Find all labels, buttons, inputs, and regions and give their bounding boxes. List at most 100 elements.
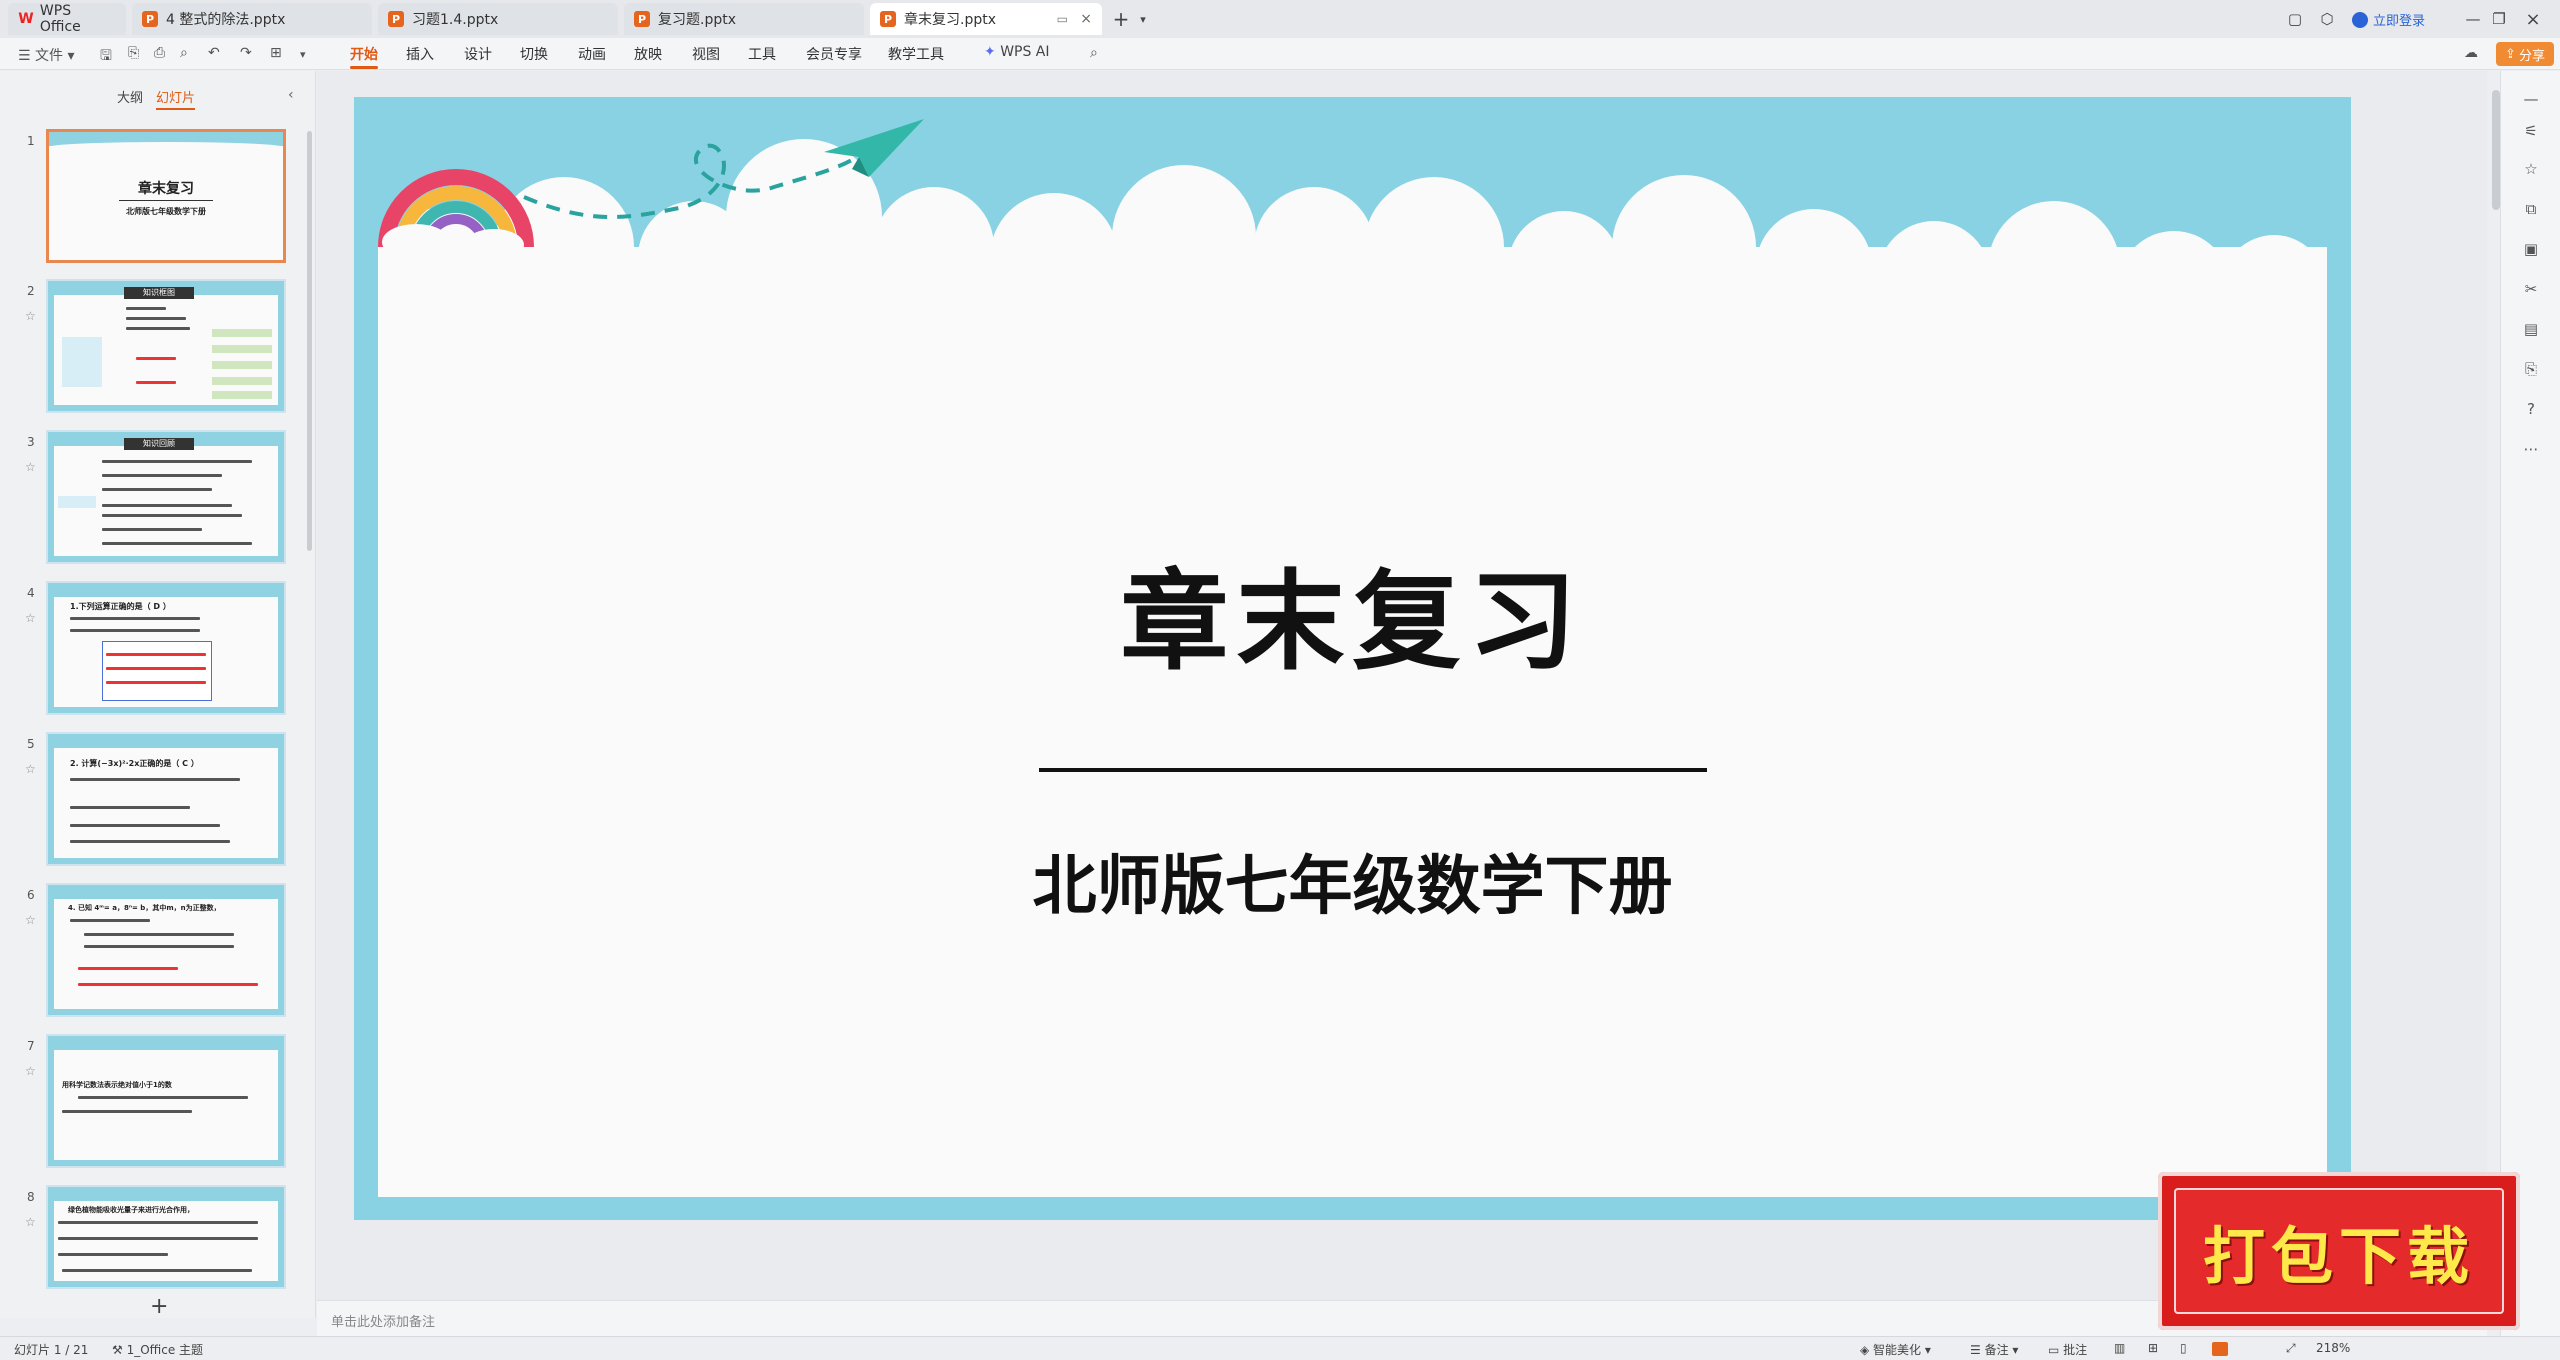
window-icon[interactable]: ▢ <box>2284 8 2306 30</box>
copy-icon[interactable]: ⧉ <box>2521 199 2541 219</box>
menu-wps-ai[interactable]: ✦ WPS AI <box>984 44 1050 60</box>
star-icon[interactable]: ☆ <box>25 913 36 927</box>
tab-document[interactable]: P 4 整式的除法.pptx <box>132 3 372 35</box>
thumb-text-line <box>70 778 240 781</box>
slide-panel: 大纲 幻灯片 ‹ 1 章末复习 北师版七年级数学下册 2 ☆ 知识框图 3 ☆ … <box>0 71 316 1319</box>
star-icon[interactable]: ☆ <box>2521 159 2541 179</box>
thumb-text-line <box>126 307 166 310</box>
slide-thumbnail[interactable]: 绿色植物能吸收光量子来进行光合作用， <box>46 1185 286 1289</box>
star-icon[interactable]: ☆ <box>25 762 36 776</box>
slide-thumbnail[interactable]: 4. 已知 4ᵐ= a，8ⁿ= b，其中m，n为正整数， <box>46 883 286 1017</box>
slide-title[interactable]: 章末复习 <box>354 535 2351 691</box>
slide[interactable]: 章末复习 北师版七年级数学下册 <box>354 97 2351 1220</box>
menu-tools[interactable]: 工具 <box>748 44 776 64</box>
redo-icon[interactable]: ↷ <box>240 45 252 61</box>
share-button[interactable]: ⇪ 分享 <box>2496 42 2554 66</box>
thumb-text-line <box>84 933 234 936</box>
close-tab-icon[interactable]: × <box>1080 11 1092 27</box>
thumb-box <box>212 345 272 353</box>
menu-insert[interactable]: 插入 <box>406 44 434 64</box>
canvas-scrollbar[interactable] <box>2492 90 2500 210</box>
print-icon[interactable]: ⎙ <box>154 45 165 61</box>
undo-icon[interactable]: ↶ <box>208 45 220 61</box>
notes-toggle[interactable]: ☰ 备注 ▾ <box>1970 1341 2018 1358</box>
star-icon[interactable]: ☆ <box>25 309 36 323</box>
image-icon[interactable]: ▣ <box>2521 239 2541 259</box>
tools-icon[interactable]: ✂ <box>2521 279 2541 299</box>
chevron-down-icon[interactable]: ▾ <box>300 48 306 61</box>
tab-document-active[interactable]: P 章末复习.pptx ▭ × <box>870 3 1102 35</box>
slide-subtitle[interactable]: 北师版七年级数学下册 <box>354 835 2351 927</box>
fit-icon[interactable]: ⤢ <box>2286 1341 2296 1356</box>
sliders-icon[interactable]: ⚟ <box>2521 121 2541 141</box>
open-icon[interactable]: ⎘ <box>128 45 139 61</box>
menu-wps-ai-label: WPS AI <box>1000 44 1050 60</box>
tab-wps-office[interactable]: W WPS Office <box>8 3 126 35</box>
menu-view[interactable]: 视图 <box>692 44 720 64</box>
book-icon[interactable]: ▤ <box>2521 319 2541 339</box>
format-painter-icon[interactable]: ⊞ <box>270 45 282 61</box>
new-tab-icon[interactable]: + <box>1110 7 1132 31</box>
slide-number: 5 <box>27 737 35 751</box>
cube-icon[interactable]: ⬡ <box>2316 8 2338 30</box>
grid-view-icon[interactable]: ⊞ <box>2148 1341 2158 1355</box>
login-button[interactable]: 立即登录 <box>2352 10 2425 29</box>
panel-scrollbar[interactable] <box>307 131 312 551</box>
slide-counter: 幻灯片 1 / 21 <box>14 1343 89 1357</box>
search-icon[interactable]: ⌕ <box>1090 45 1098 61</box>
slide-thumbnail[interactable]: 知识回顾 <box>46 430 286 564</box>
chevron-down-icon[interactable]: ▾ <box>1132 8 1154 30</box>
play-icon[interactable] <box>2212 1342 2228 1356</box>
star-icon[interactable]: ☆ <box>25 460 36 474</box>
thumb-subtitle: 北师版七年级数学下册 <box>126 207 206 216</box>
banner-text: 打包下载 <box>2202 1220 2475 1293</box>
beautify-button[interactable]: ◈ 智能美化 ▾ <box>1860 1341 1931 1358</box>
thumb-text-line <box>102 474 222 477</box>
star-icon[interactable]: ☆ <box>25 611 36 625</box>
menu-member[interactable]: 会员专享 <box>806 44 862 64</box>
clipboard-icon[interactable]: ⎘ <box>2521 359 2541 379</box>
zoom-level[interactable]: 218% <box>2316 1341 2350 1355</box>
file-menu[interactable]: ☰ 文件 ▾ <box>18 45 75 65</box>
download-banner[interactable]: 打包下载 <box>2158 1172 2520 1330</box>
reading-view-icon[interactable]: ▯ <box>2180 1341 2187 1355</box>
add-slide-button[interactable]: + <box>150 1294 168 1319</box>
menu-transition[interactable]: 切换 <box>520 44 548 64</box>
tab-slides[interactable]: 幻灯片 <box>156 87 196 110</box>
save-icon[interactable]: 🖫 <box>100 45 112 69</box>
preview-icon[interactable]: ⌕ <box>180 45 188 61</box>
cloud-sync-icon[interactable]: ☁ <box>2464 45 2478 61</box>
thumb-text-line <box>70 629 200 632</box>
slide-thumbnail[interactable]: 2. 计算(−3x)²·2x正确的是（ C ） <box>46 732 286 866</box>
theme-indicator[interactable]: ⚒ 1_Office 主题 <box>112 1341 203 1358</box>
comment-toggle[interactable]: ▭ 批注 <box>2048 1341 2087 1358</box>
monitor-icon[interactable]: ▭ <box>1057 12 1068 26</box>
more-icon[interactable]: ⋯ <box>2521 439 2541 459</box>
tab-outline[interactable]: 大纲 <box>117 87 143 106</box>
slide-thumbnail[interactable]: 知识框图 <box>46 279 286 413</box>
close-window-icon[interactable]: × <box>2522 8 2544 30</box>
thumb-frame <box>48 734 284 864</box>
tab-document[interactable]: P 习题1.4.pptx <box>378 3 618 35</box>
thumb-text-line <box>106 681 206 684</box>
star-icon[interactable]: ☆ <box>25 1064 36 1078</box>
slide-thumbnail[interactable]: 用科学记数法表示绝对值小于1的数 <box>46 1034 286 1168</box>
star-icon[interactable]: ☆ <box>25 1215 36 1229</box>
slide-number: 8 <box>27 1190 35 1204</box>
help-icon[interactable]: ? <box>2521 399 2541 419</box>
collapse-panel-icon[interactable]: ‹ <box>288 87 294 103</box>
slide-thumbnail[interactable]: 章末复习 北师版七年级数学下册 <box>46 129 286 263</box>
menu-design[interactable]: 设计 <box>464 44 492 64</box>
normal-view-icon[interactable]: ▥ <box>2114 1341 2125 1355</box>
thumb-text-line <box>70 824 220 827</box>
menu-slideshow[interactable]: 放映 <box>634 44 662 64</box>
menu-teaching-tools[interactable]: 教学工具 <box>888 44 944 64</box>
minimize-icon[interactable]: — <box>2462 8 2484 30</box>
minimize-panel-icon[interactable]: — <box>2521 89 2541 109</box>
menu-home[interactable]: 开始 <box>350 44 378 69</box>
menu-animation[interactable]: 动画 <box>578 44 606 64</box>
tab-document[interactable]: P 复习题.pptx <box>624 3 864 35</box>
slide-thumbnail[interactable]: 1.下列运算正确的是（ D ） <box>46 581 286 715</box>
restore-icon[interactable]: ❐ <box>2488 8 2510 30</box>
file-menu-label: 文件 <box>35 48 64 64</box>
